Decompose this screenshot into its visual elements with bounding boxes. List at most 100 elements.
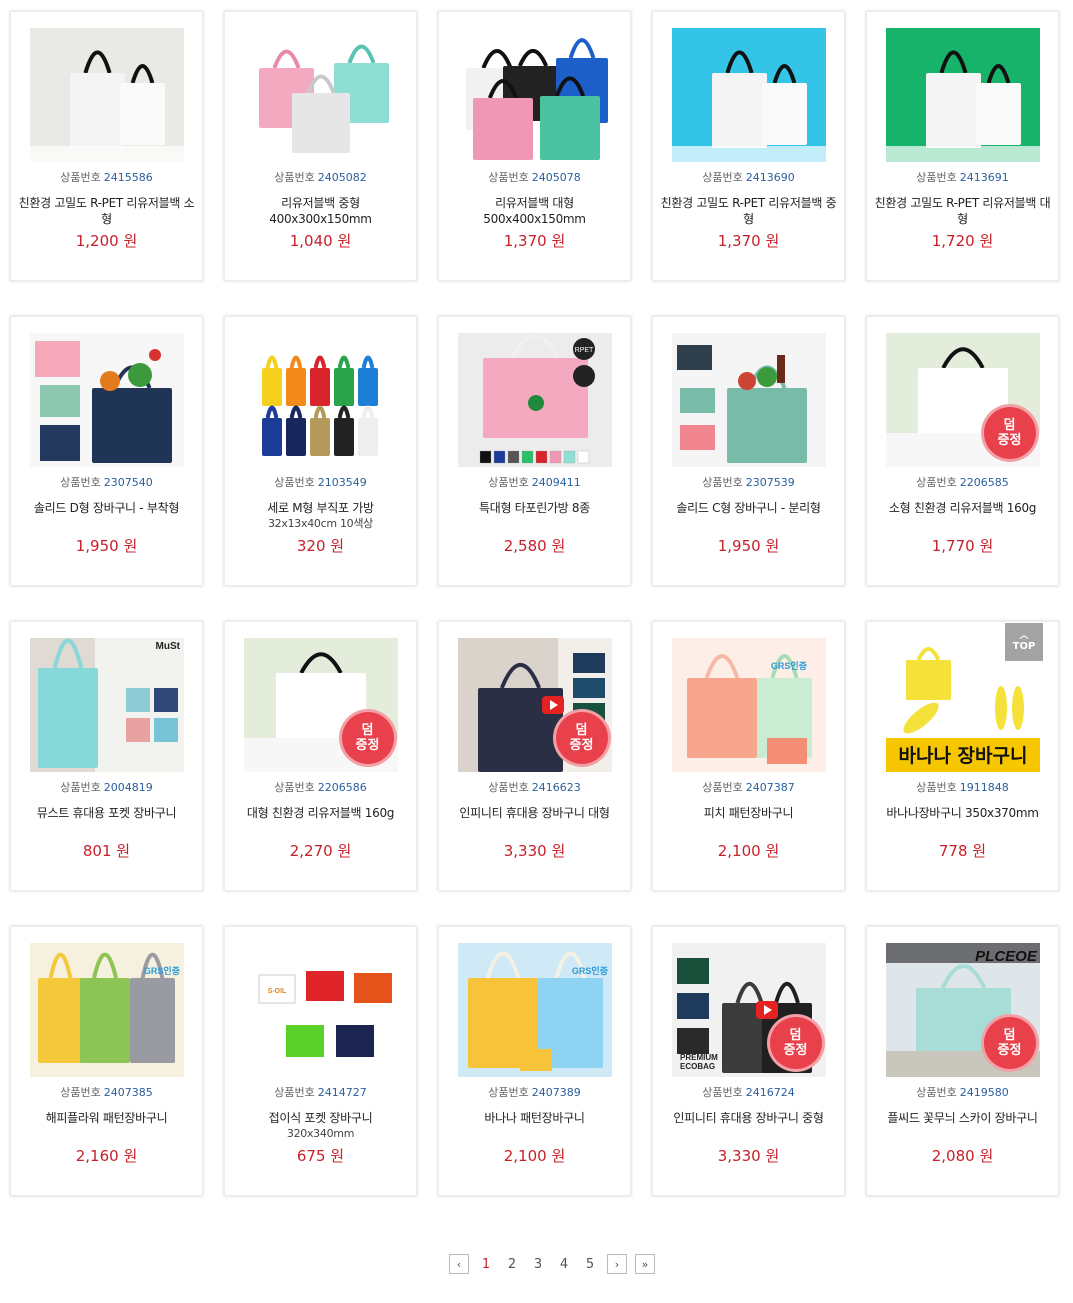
product-card[interactable]: 덤 증정 상품번호 2416623 인피니티 휴대용 장바구니 대형 3,330 원 bbox=[438, 621, 631, 891]
product-card[interactable]: 상품번호 2413690 친환경 고밀도 R-PET 리유저블백 중형 1,370… bbox=[652, 11, 845, 281]
play-icon bbox=[755, 1001, 778, 1019]
page-2-link[interactable]: 2 bbox=[503, 1257, 521, 1272]
page-3-link[interactable]: 3 bbox=[529, 1257, 547, 1272]
product-name[interactable]: 리유저블백 중형 400x300x150mm bbox=[233, 195, 409, 229]
product-number-value: 2405082 bbox=[317, 171, 367, 184]
product-name[interactable]: 인피니티 휴대용 장바구니 대형 bbox=[447, 805, 623, 839]
product-image[interactable] bbox=[457, 28, 612, 162]
product-image[interactable]: MuSt bbox=[29, 638, 184, 772]
product-image[interactable] bbox=[29, 333, 184, 467]
product-photo: GRS인증 bbox=[671, 638, 826, 772]
product-name[interactable]: 플씨드 꽃무늬 스카이 장바구니 bbox=[875, 1110, 1051, 1144]
page-1-link[interactable]: 1 bbox=[477, 1257, 495, 1272]
product-image[interactable] bbox=[29, 28, 184, 162]
product-image[interactable] bbox=[671, 333, 826, 467]
product-number-label: 상품번호 bbox=[488, 781, 529, 794]
product-number: 상품번호 2405078 bbox=[488, 171, 580, 185]
page-5-link[interactable]: 5 bbox=[581, 1257, 599, 1272]
product-image[interactable] bbox=[243, 28, 398, 162]
product-card[interactable]: GRS인증 상품번호 2407387 피치 패턴장바구니 2,100 원 bbox=[652, 621, 845, 891]
gift-badge: 덤 증정 bbox=[769, 1017, 822, 1069]
product-image[interactable]: 덤 증정 bbox=[243, 638, 398, 772]
svg-text:S-OIL: S-OIL bbox=[267, 988, 286, 995]
product-card[interactable]: MuSt 상품번호 2004819 뮤스트 휴대용 포켓 장바구니 801 원 bbox=[10, 621, 203, 891]
product-card[interactable]: 상품번호 2307539 솔리드 C형 장바구니 - 분리형 1,950 원 bbox=[652, 316, 845, 586]
product-number: 상품번호 2413691 bbox=[916, 171, 1008, 185]
product-card[interactable]: GRS인증 상품번호 2407385 해피플라워 패턴장바구니 2,160 원 bbox=[10, 926, 203, 1196]
product-price: 2,100 원 bbox=[717, 842, 780, 860]
product-name[interactable]: 솔리드 D형 장바구니 - 부착형 bbox=[19, 500, 195, 534]
product-name[interactable]: 대형 친환경 리유저블백 160g bbox=[233, 805, 409, 839]
product-image[interactable]: GRS인증 bbox=[457, 943, 612, 1077]
product-image[interactable] bbox=[885, 28, 1040, 162]
next-page-button[interactable]: › bbox=[607, 1254, 627, 1274]
product-price: 2,580 원 bbox=[503, 537, 566, 555]
product-card[interactable]: 상품번호 2405078 리유저블백 대형 500x400x150mm 1,370… bbox=[438, 11, 631, 281]
product-name[interactable]: 바나나 패턴장바구니 bbox=[447, 1110, 623, 1144]
last-page-button[interactable]: » bbox=[635, 1254, 655, 1274]
product-price: 320 원 bbox=[296, 537, 345, 555]
product-photo bbox=[671, 28, 826, 162]
product-image[interactable]: PLCEOE 덤 증정 bbox=[885, 943, 1040, 1077]
product-number-label: 상품번호 bbox=[916, 1086, 957, 1099]
product-card[interactable]: S-OIL 상품번호 2414727 접이식 포켓 장바구니 320x340mm 6… bbox=[224, 926, 417, 1196]
product-number: 상품번호 2414727 bbox=[274, 1086, 366, 1100]
gift-badge: 덤 증정 bbox=[555, 712, 608, 764]
product-number-value: 2414727 bbox=[317, 1086, 367, 1099]
product-card[interactable]: 상품번호 2307540 솔리드 D형 장바구니 - 부착형 1,950 원 bbox=[10, 316, 203, 586]
product-card[interactable]: 상품번호 2415586 친환경 고밀도 R-PET 리유저블백 소형 1,200… bbox=[10, 11, 203, 281]
product-number-label: 상품번호 bbox=[488, 171, 529, 184]
product-card[interactable]: GRS인증 상품번호 2407389 바나나 패턴장바구니 2,100 원 bbox=[438, 926, 631, 1196]
product-number-value: 2206586 bbox=[317, 781, 367, 794]
product-image[interactable]: 덤 증정 bbox=[457, 638, 612, 772]
product-card[interactable]: 덤 증정 상품번호 2206586 대형 친환경 리유저블백 160g 2,270 … bbox=[224, 621, 417, 891]
product-image[interactable]: GRS인증 bbox=[29, 943, 184, 1077]
product-image[interactable]: RPET bbox=[457, 333, 612, 467]
product-name[interactable]: 친환경 고밀도 R-PET 리유저블백 중형 bbox=[661, 195, 837, 229]
product-number: 상품번호 2419580 bbox=[916, 1086, 1008, 1100]
product-image[interactable]: S-OIL bbox=[243, 943, 398, 1077]
product-image[interactable]: PREMIUM ECOBAG 덤 증정 bbox=[671, 943, 826, 1077]
product-image[interactable]: 덤 증정 bbox=[885, 333, 1040, 467]
product-name[interactable]: 뮤스트 휴대용 포켓 장바구니 bbox=[19, 805, 195, 839]
product-photo bbox=[243, 28, 398, 162]
product-name[interactable]: 친환경 고밀도 R-PET 리유저블백 소형 bbox=[19, 195, 195, 229]
product-number: 상품번호 2004819 bbox=[60, 781, 152, 795]
product-photo: RPET bbox=[457, 333, 612, 467]
scroll-top-button[interactable]: ︿ TOP bbox=[1005, 623, 1043, 661]
product-name[interactable]: 세로 M형 부직포 가방 32x13x40cm 10색상 bbox=[233, 500, 409, 534]
product-name[interactable]: 솔리드 C형 장바구니 - 분리형 bbox=[661, 500, 837, 534]
product-card[interactable]: 상품번호 2413691 친환경 고밀도 R-PET 리유저블백 대형 1,720… bbox=[866, 11, 1059, 281]
product-name[interactable]: 특대형 타포린가방 8종 bbox=[447, 500, 623, 534]
product-name[interactable]: 소형 친환경 리유저블백 160g bbox=[875, 500, 1051, 534]
svg-text:RPET: RPET bbox=[574, 347, 593, 354]
product-name[interactable]: 바나나장바구니 350x370mm bbox=[875, 805, 1051, 839]
product-card[interactable]: 바나나 장바구니 상품번호 1911848 바나나장바구니 350x370mm 7… bbox=[866, 621, 1059, 891]
product-card[interactable]: 상품번호 2103549 세로 M형 부직포 가방 32x13x40cm 10색상 … bbox=[224, 316, 417, 586]
product-card[interactable]: PREMIUM ECOBAG 덤 증정 상품번호 2416724 인피니티 휴대용 장… bbox=[652, 926, 845, 1196]
product-price: 1,950 원 bbox=[717, 537, 780, 555]
product-card[interactable]: 상품번호 2405082 리유저블백 중형 400x300x150mm 1,040… bbox=[224, 11, 417, 281]
pagination: ‹ 1 2 3 4 5 › » bbox=[449, 1254, 655, 1274]
product-price: 801 원 bbox=[82, 842, 131, 860]
product-card[interactable]: PLCEOE 덤 증정 상품번호 2419580 플씨드 꽃무늬 스카이 장바구니 … bbox=[866, 926, 1059, 1196]
page-4-link[interactable]: 4 bbox=[555, 1257, 573, 1272]
chevron-up-icon: ︿ bbox=[1019, 631, 1029, 641]
product-card[interactable]: RPET 상품번호 2409411 특대형 타포린가방 8종 2,580 원 bbox=[438, 316, 631, 586]
product-image[interactable]: GRS인증 bbox=[671, 638, 826, 772]
product-image[interactable] bbox=[671, 28, 826, 162]
product-card[interactable]: 덤 증정 상품번호 2206585 소형 친환경 리유저블백 160g 1,770 … bbox=[866, 316, 1059, 586]
product-name[interactable]: 인피니티 휴대용 장바구니 중형 bbox=[661, 1110, 837, 1144]
product-name[interactable]: 리유저블백 대형 500x400x150mm bbox=[447, 195, 623, 229]
product-row: 상품번호 2415586 친환경 고밀도 R-PET 리유저블백 소형 1,200… bbox=[10, 11, 1062, 281]
product-image[interactable] bbox=[243, 333, 398, 467]
product-price: 2,100 원 bbox=[503, 1147, 566, 1165]
prev-page-button[interactable]: ‹ bbox=[449, 1254, 469, 1274]
product-number-value: 2405078 bbox=[531, 171, 581, 184]
product-name[interactable]: 피치 패턴장바구니 bbox=[661, 805, 837, 839]
product-photo bbox=[885, 28, 1040, 162]
product-number-label: 상품번호 bbox=[60, 781, 101, 794]
product-name[interactable]: 해피플라워 패턴장바구니 bbox=[19, 1110, 195, 1144]
product-name[interactable]: 친환경 고밀도 R-PET 리유저블백 대형 bbox=[875, 195, 1051, 229]
product-name[interactable]: 접이식 포켓 장바구니 320x340mm bbox=[233, 1110, 409, 1144]
